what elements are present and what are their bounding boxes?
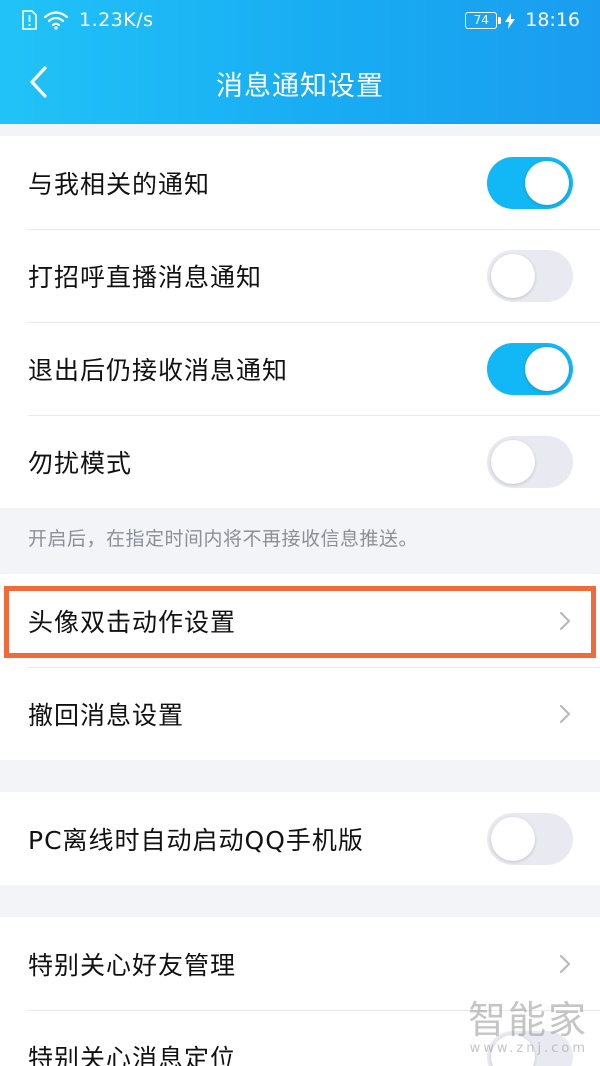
pc-section: PC离线时自动启动QQ手机版 <box>0 792 600 885</box>
do-not-disturb-toggle[interactable] <box>487 435 573 488</box>
setting-label: 头像双击动作设置 <box>28 607 237 637</box>
status-right: 74 18:16 <box>465 9 580 31</box>
chevron-right-icon <box>559 611 571 630</box>
setting-row-special-care-friends[interactable]: 特别关心好友管理 <box>0 917 600 1010</box>
title-bar: 消息通知设置 <box>0 42 600 124</box>
setting-row-recall-message[interactable]: 撤回消息设置 <box>0 667 600 760</box>
screen: 1.23K/s 74 18:16 消息通知设置 与我相关的通知 打招呼直播消息通… <box>0 0 600 1066</box>
status-bar: 1.23K/s 74 18:16 <box>0 0 600 42</box>
header: 1.23K/s 74 18:16 消息通知设置 <box>0 0 600 124</box>
battery-level: 74 <box>473 13 489 27</box>
setting-label: PC离线时自动启动QQ手机版 <box>28 825 364 855</box>
watermark-logo: 智能家 <box>467 998 588 1042</box>
toggle-knob <box>491 439 535 484</box>
setting-label: 与我相关的通知 <box>28 169 211 199</box>
setting-label: 勿扰模式 <box>28 448 133 478</box>
setting-label: 打招呼直播消息通知 <box>28 262 263 292</box>
clock: 18:16 <box>525 9 580 31</box>
setting-row-receive-after-exit[interactable]: 退出后仍接收消息通知 <box>0 322 600 415</box>
actions-section: 头像双击动作设置 撤回消息设置 <box>0 574 600 760</box>
toggle-knob <box>491 816 535 861</box>
toggle-knob <box>491 253 535 298</box>
setting-row-avatar-double-tap[interactable]: 头像双击动作设置 <box>0 574 600 667</box>
setting-row-do-not-disturb[interactable]: 勿扰模式 <box>0 415 600 508</box>
toggle-knob <box>525 160 569 205</box>
setting-row-pc-offline-autostart[interactable]: PC离线时自动启动QQ手机版 <box>0 792 600 885</box>
receive-after-exit-toggle[interactable] <box>487 342 573 395</box>
setting-row-greeting-live-notifications[interactable]: 打招呼直播消息通知 <box>0 229 600 322</box>
related-notifications-toggle[interactable] <box>487 156 573 209</box>
setting-label: 撤回消息设置 <box>28 700 185 730</box>
wifi-icon <box>43 10 69 30</box>
settings-content: 与我相关的通知 打招呼直播消息通知 退出后仍接收消息通知 勿扰模式 开启后，在指… <box>0 124 600 1066</box>
greeting-live-notifications-toggle[interactable] <box>487 249 573 302</box>
network-speed: 1.23K/s <box>79 9 154 31</box>
do-not-disturb-hint: 开启后，在指定时间内将不再接收信息推送。 <box>28 528 419 550</box>
top-spacer <box>0 124 600 136</box>
watermark-url: www.znj.com <box>469 1041 588 1056</box>
setting-row-related-notifications[interactable]: 与我相关的通知 <box>0 136 600 229</box>
setting-label: 特别关心消息定位 <box>28 1043 237 1066</box>
setting-label: 退出后仍接收消息通知 <box>28 355 289 385</box>
charging-bolt-icon <box>505 12 516 29</box>
chevron-right-icon <box>559 704 571 723</box>
setting-label: 特别关心好友管理 <box>28 950 237 980</box>
watermark: 智能家 www.znj.com <box>468 1001 588 1056</box>
toggle-knob <box>525 346 569 391</box>
sim-alert-icon <box>22 10 37 30</box>
chevron-right-icon <box>559 954 571 973</box>
notification-section: 与我相关的通知 打招呼直播消息通知 退出后仍接收消息通知 勿扰模式 <box>0 136 600 508</box>
page-title: 消息通知设置 <box>216 71 384 102</box>
battery-icon: 74 <box>465 11 502 29</box>
pc-offline-autostart-toggle[interactable] <box>487 812 573 865</box>
status-left: 1.23K/s <box>22 9 154 31</box>
